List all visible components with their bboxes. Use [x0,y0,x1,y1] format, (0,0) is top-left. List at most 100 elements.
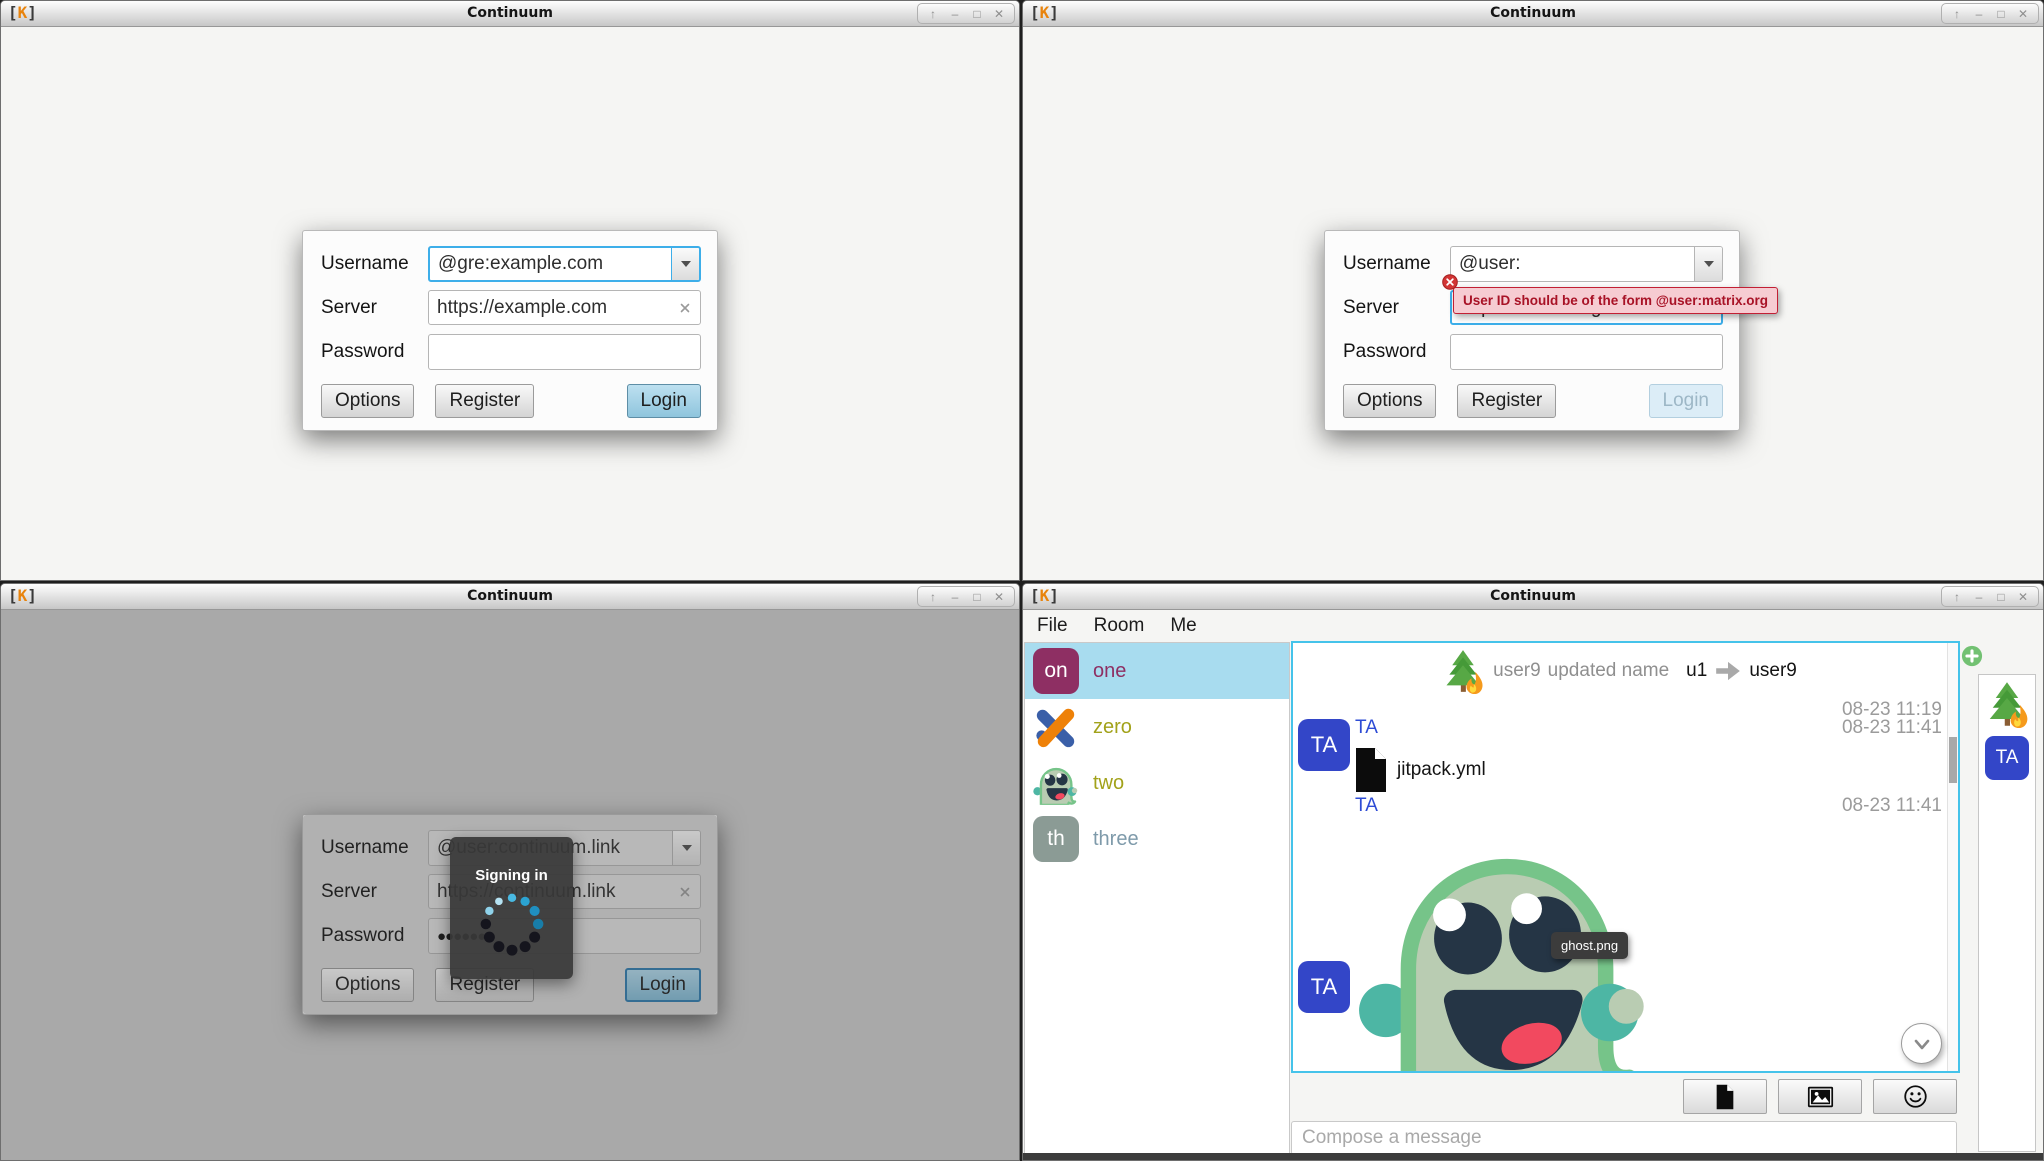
password-input[interactable] [1450,334,1723,370]
minimize-button[interactable]: ‒ [944,587,966,607]
username-combobox[interactable]: @user: [1450,246,1723,282]
attach-image-button[interactable] [1778,1079,1862,1114]
message-area: user9 updated name u1 user9 08-23 11:19 … [1291,641,1960,1073]
menu-file[interactable]: File [1037,615,1080,637]
signing-in-label: Signing in [450,867,573,884]
options-button[interactable]: Options [1343,384,1436,418]
options-button[interactable]: Options [321,384,414,418]
server-label: Server [321,297,428,319]
window-content: Username @gre:example.com Server https:/… [1,27,1019,580]
close-button[interactable]: ✕ [988,587,1010,607]
room-item-three[interactable]: th three [1025,811,1289,867]
menu-room[interactable]: Room [1094,615,1157,637]
menu-bar: File Room Me [1023,610,2043,642]
add-room-button plus-icon[interactable] [1961,645,1983,667]
name-arrow-icon [1714,661,1742,681]
member-avatar tree-fire-icon[interactable] [1983,680,2031,728]
message-sender: TA [1355,717,1378,739]
username-value: @gre:example.com [438,253,603,275]
username-label: Username [321,253,428,275]
window-content: Username @user:continuum.link Server htt… [1,610,1019,1160]
file-icon [1715,1084,1735,1110]
scroll-to-bottom-button[interactable] [1901,1023,1942,1064]
member-list: TA [1978,674,2036,1152]
room-label: one [1093,660,1126,683]
register-button[interactable]: Register [1457,384,1556,418]
room-item-zero[interactable]: zero [1025,699,1289,755]
titlebar[interactable]: [K] Continuum ↑ ‒ □ ✕ [1023,1,2043,27]
emoji-button[interactable] [1873,1079,1957,1114]
room-list: on one zero two th three [1024,642,1290,1154]
login-button-disabled: Login [1649,384,1724,418]
message-avatar[interactable]: TA [1298,719,1350,771]
server-input[interactable]: https://example.com [428,290,701,325]
maximize-button[interactable]: □ [966,4,988,24]
window-title: Continuum [1023,588,2043,604]
dropdown-arrow-icon [681,261,691,267]
room-avatar ghost-icon [1033,760,1079,806]
signing-in-popup: Signing in [450,837,573,979]
room-avatar k-logo-icon [1033,704,1079,750]
titlebar[interactable]: [K] Continuum ↑ ‒ □ ✕ [1023,584,2043,610]
room-item-two[interactable]: two [1025,755,1289,811]
event-sender: user9 [1493,660,1541,682]
timestamp: 08-23 11:41 [1842,717,1942,739]
scrollbar-thumb[interactable] [1949,737,1957,783]
menu-me[interactable]: Me [1170,615,1208,637]
room-avatar: on [1033,648,1079,694]
dropdown-button[interactable] [671,248,699,280]
close-button[interactable]: ✕ [2012,587,2034,607]
chevron-down-icon [1910,1032,1934,1056]
password-input[interactable] [428,334,701,370]
maximize-button[interactable]: □ [1990,587,2012,607]
event-old-name: u1 [1686,660,1707,682]
shade-button[interactable]: ↑ [922,4,944,24]
clear-icon[interactable] [679,302,691,314]
minimize-button[interactable]: ‒ [1968,587,1990,607]
file-name: jitpack.yml [1397,759,1486,781]
error-tooltip: User ID should be of the form @user:matr… [1453,287,1778,314]
room-avatar: th [1033,816,1079,862]
window-title: Continuum [1023,5,2043,21]
window-content: Username @user: Server https://matrix.or… [1023,27,2043,580]
attach-file-button[interactable] [1683,1079,1767,1114]
image-tooltip: ghost.png [1551,932,1628,959]
tree-fire-avatar-icon [1440,648,1486,694]
register-button[interactable]: Register [435,384,534,418]
maximize-button[interactable]: □ [1990,4,2012,24]
window-login-filled: [K] Continuum ↑ ‒ □ ✕ Username @gre:exam… [0,0,1020,581]
error-icon [1442,274,1458,290]
scrollbar[interactable] [1947,643,1958,1071]
room-item-one[interactable]: on one [1025,643,1289,699]
close-button[interactable]: ✕ [988,4,1010,24]
window-title: Continuum [1,5,1019,21]
titlebar[interactable]: [K] Continuum ↑ ‒ □ ✕ [1,1,1019,27]
desktop: [K] Continuum ↑ ‒ □ ✕ Username @gre:exam… [0,0,2044,1161]
room-label: zero [1093,716,1132,739]
password-label: Password [1343,341,1450,363]
username-value: @user: [1459,253,1521,275]
maximize-button[interactable]: □ [966,587,988,607]
shade-button[interactable]: ↑ [1946,4,1968,24]
dropdown-button[interactable] [1694,247,1722,281]
login-button[interactable]: Login [627,384,702,418]
file-attachment[interactable]: jitpack.yml [1353,747,1486,793]
message-avatar[interactable]: TA [1298,961,1350,1013]
dropdown-arrow-icon [1704,261,1714,267]
shade-button[interactable]: ↑ [922,587,944,607]
close-button[interactable]: ✕ [2012,4,2034,24]
window-controls: ↑ ‒ □ ✕ [1941,586,2039,607]
window-controls: ↑ ‒ □ ✕ [917,586,1015,607]
member-avatar[interactable]: TA [1985,736,2029,780]
window-resize-edge[interactable] [1023,1153,2043,1160]
minimize-button[interactable]: ‒ [944,4,966,24]
titlebar[interactable]: [K] Continuum ↑ ‒ □ ✕ [1,584,1019,610]
shade-button[interactable]: ↑ [1946,587,1968,607]
username-label: Username [1343,253,1450,275]
password-label: Password [321,341,428,363]
room-label: two [1093,772,1124,795]
message-sender: TA [1355,795,1378,817]
username-combobox[interactable]: @gre:example.com [428,246,701,282]
minimize-button[interactable]: ‒ [1968,4,1990,24]
compose-input[interactable] [1291,1121,1957,1155]
